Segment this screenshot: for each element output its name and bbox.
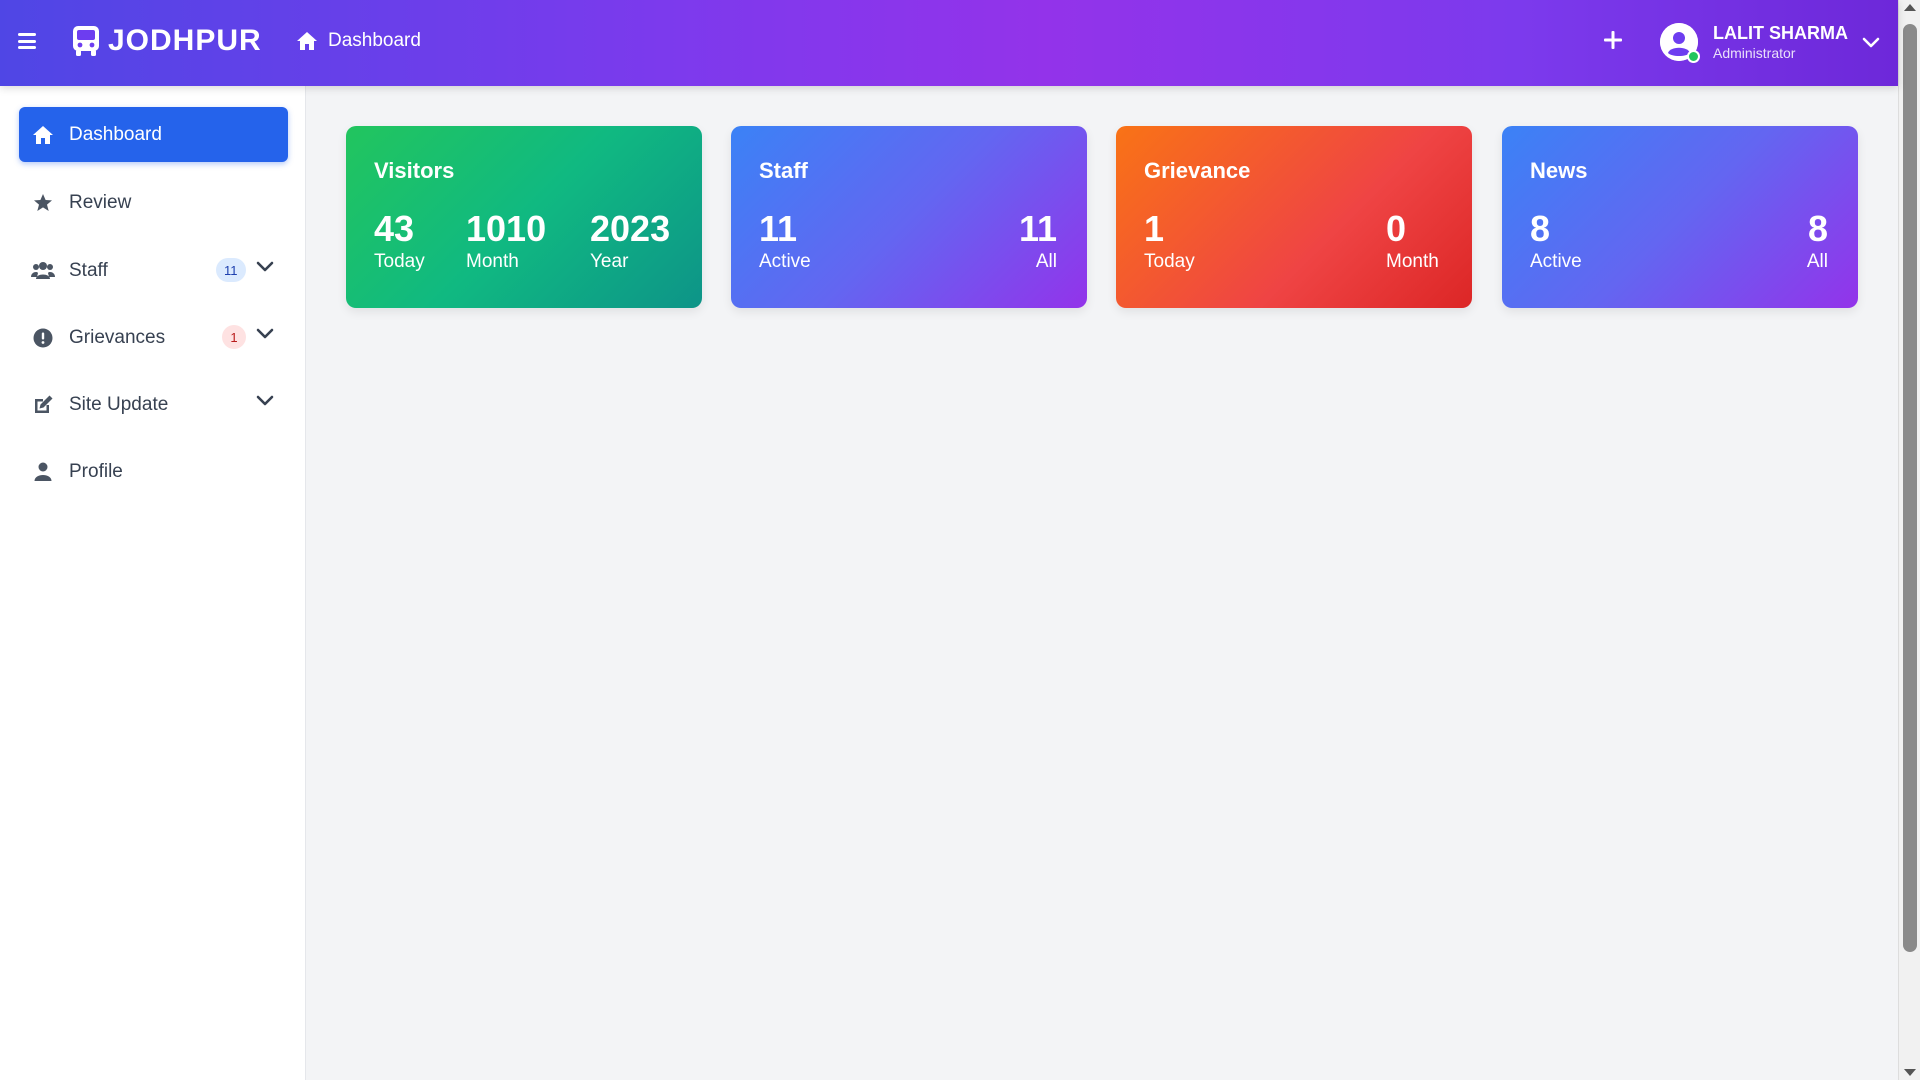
plus-icon: [1604, 31, 1622, 49]
sidebar-item-profile[interactable]: Profile: [19, 444, 288, 499]
stat-value: 0: [1386, 208, 1407, 249]
sidebar-item-dashboard[interactable]: Dashboard: [19, 107, 288, 162]
user-name: LALIT SHARMA: [1713, 23, 1848, 43]
stat-value: 2023: [590, 208, 671, 249]
sidebar-item-site-update[interactable]: Site Update: [19, 377, 288, 432]
scroll-up-arrow-icon[interactable]: [1904, 4, 1916, 11]
chevron-down-icon: [1862, 37, 1880, 48]
chevron-down-icon: [256, 261, 274, 272]
breadcrumb-label: Dashboard: [328, 30, 421, 51]
card-title: Staff: [759, 158, 808, 183]
stat-value: 1010: [466, 208, 547, 249]
user-role: Administrator: [1713, 45, 1796, 61]
stat-label: Year: [590, 251, 629, 272]
stat-value: 1: [1144, 208, 1165, 249]
card-title: Visitors: [374, 158, 455, 183]
stat-label: Active: [759, 251, 811, 272]
sidebar-item-label: Grievances: [69, 326, 166, 348]
users-icon: [31, 260, 55, 282]
stat-label: All: [1806, 251, 1828, 272]
top-navbar: JODHPUR Dashboard LALIT SHARMA Administr…: [0, 0, 1898, 86]
avatar: [1660, 23, 1700, 63]
chevron-down-icon: [256, 328, 274, 339]
news-all-stat: 8 All: [1807, 208, 1828, 274]
grievance-month-stat: 0 Month: [1386, 208, 1439, 274]
grievance-today-stat: 1 Today: [1144, 208, 1195, 274]
sidebar-item-label: Staff: [69, 259, 108, 281]
stat-label: Month: [1386, 251, 1439, 272]
stat-label: Month: [466, 251, 519, 272]
scroll-down-arrow-icon[interactable]: [1904, 1069, 1916, 1076]
stat-value: 11: [1018, 208, 1057, 249]
visitors-card[interactable]: Visitors 43 Today 1010 Month 2023 Year: [346, 126, 702, 308]
home-icon: [297, 32, 317, 50]
add-button[interactable]: [1603, 26, 1623, 56]
star-icon: [31, 192, 55, 214]
grievance-card[interactable]: Grievance 1 Today 0 Month: [1116, 126, 1472, 308]
chevron-down-icon: [256, 395, 274, 406]
user-menu[interactable]: LALIT SHARMA Administrator: [1660, 22, 1880, 63]
card-title: Grievance: [1144, 158, 1251, 183]
sidebar-item-label: Review: [69, 191, 132, 213]
exclamation-circle-icon: [31, 327, 55, 349]
news-card[interactable]: News 8 Active 8 All: [1502, 126, 1858, 308]
brand-name: JODHPUR: [108, 24, 262, 57]
online-status-dot: [1687, 50, 1700, 63]
sidebar-item-label: Dashboard: [69, 123, 162, 145]
stat-label: Today: [374, 251, 425, 272]
home-icon: [31, 124, 55, 146]
staff-active-stat: 11 Active: [759, 208, 811, 274]
breadcrumb[interactable]: Dashboard: [296, 30, 421, 52]
stat-label: Today: [1144, 251, 1195, 272]
staff-card[interactable]: Staff 11 Active 11 All: [731, 126, 1087, 308]
stat-label: All: [1035, 251, 1057, 272]
grievance-count-badge: 1: [222, 325, 246, 349]
sidebar-item-label: Site Update: [69, 393, 169, 415]
staff-all-stat: 11 All: [1019, 208, 1057, 274]
edit-icon: [31, 394, 55, 416]
sidebar-item-review[interactable]: Review: [19, 175, 288, 230]
card-title: News: [1530, 158, 1588, 183]
bus-icon: [73, 26, 99, 56]
brand-logo[interactable]: JODHPUR: [72, 24, 262, 58]
visitors-year-stat: 2023 Year: [590, 208, 670, 274]
stat-value: 8: [1807, 208, 1828, 249]
staff-count-badge: 11: [216, 258, 246, 282]
page-scrollbar[interactable]: [1898, 0, 1920, 1080]
sidebar-item-grievances[interactable]: Grievances 1: [19, 310, 288, 365]
scrollbar-thumb[interactable]: [1903, 24, 1917, 952]
sidebar: Dashboard Review Staff 11 Grievances 1 S…: [0, 86, 306, 1080]
stat-value: 43: [374, 208, 415, 249]
sidebar-item-label: Profile: [69, 460, 123, 482]
stat-value: 11: [759, 208, 798, 249]
sidebar-item-staff[interactable]: Staff 11: [19, 243, 288, 298]
visitors-month-stat: 1010 Month: [466, 208, 546, 274]
user-icon: [31, 461, 55, 483]
stat-value: 8: [1530, 208, 1551, 249]
stat-label: Active: [1530, 251, 1582, 272]
visitors-today-stat: 43 Today: [374, 208, 425, 274]
news-active-stat: 8 Active: [1530, 208, 1582, 274]
menu-toggle-icon[interactable]: [18, 33, 36, 49]
